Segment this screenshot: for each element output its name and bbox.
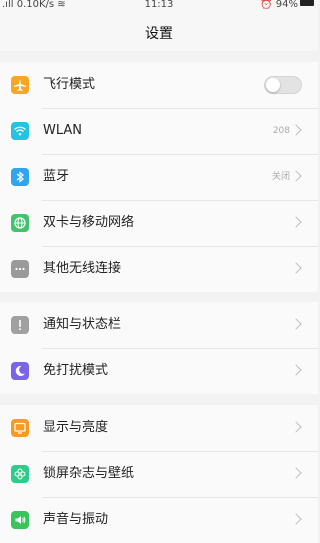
setting-lockscreen-wallpaper[interactable]: 锁屏杂志与壁纸 xyxy=(0,451,318,497)
chevron-right-icon xyxy=(290,513,302,525)
battery-percent: 94% xyxy=(275,0,298,10)
wlan-count: 208 xyxy=(272,126,290,136)
chevron-right-icon xyxy=(290,364,302,376)
chevron-right-icon xyxy=(290,216,302,228)
wifi-icon xyxy=(11,122,29,140)
setting-label: WLAN xyxy=(43,123,83,138)
alarm-icon: ⏰ xyxy=(260,0,273,10)
battery-icon xyxy=(300,0,314,6)
settings-group-notifications: 通知与状态栏 免打扰模式 xyxy=(0,302,318,394)
airplane-mode-toggle[interactable] xyxy=(264,76,302,94)
chevron-right-icon xyxy=(290,262,302,274)
moon-icon xyxy=(11,362,29,380)
airplane-icon xyxy=(11,76,29,94)
setting-label: 免打扰模式 xyxy=(43,363,109,378)
setting-bluetooth[interactable]: 蓝牙 关闭 xyxy=(0,154,318,200)
setting-display-brightness[interactable]: 显示与亮度 xyxy=(0,405,318,451)
setting-airplane-mode[interactable]: 飞行模式 xyxy=(0,62,318,108)
toggle-knob xyxy=(266,78,280,92)
globe-icon xyxy=(11,214,29,232)
setting-do-not-disturb[interactable]: 免打扰模式 xyxy=(0,348,318,394)
settings-group-display: 显示与亮度 锁屏杂志与壁纸 声音与振动 xyxy=(0,405,318,543)
battery-indicator: ⏰ 94% xyxy=(260,0,314,10)
page-title: 设置 xyxy=(145,26,173,42)
settings-group-connectivity: 飞行模式 WLAN 208 蓝牙 关闭 双卡与移动网络 其他无线连接 xyxy=(0,62,318,292)
flower-icon xyxy=(11,465,29,483)
setting-label: 锁屏杂志与壁纸 xyxy=(43,466,135,481)
setting-wlan[interactable]: WLAN 208 xyxy=(0,108,318,154)
chevron-right-icon xyxy=(290,170,302,182)
setting-dual-sim[interactable]: 双卡与移动网络 xyxy=(0,200,318,246)
chevron-right-icon xyxy=(290,124,302,136)
setting-label: 通知与状态栏 xyxy=(43,317,122,332)
setting-label: 其他无线连接 xyxy=(43,261,122,276)
header: 设置 xyxy=(0,13,318,51)
setting-label: 双卡与移动网络 xyxy=(43,215,135,230)
bluetooth-status: 关闭 xyxy=(271,172,290,182)
notification-icon xyxy=(11,316,29,334)
sound-icon xyxy=(11,511,29,529)
setting-other-wireless[interactable]: 其他无线连接 xyxy=(0,246,318,292)
setting-notification-bar[interactable]: 通知与状态栏 xyxy=(0,302,318,348)
setting-label: 飞行模式 xyxy=(43,77,96,92)
setting-label: 蓝牙 xyxy=(43,169,70,184)
chevron-right-icon xyxy=(290,318,302,330)
setting-label: 显示与亮度 xyxy=(43,420,109,435)
setting-label: 声音与振动 xyxy=(43,512,109,527)
chevron-right-icon xyxy=(290,421,302,433)
setting-sound-vibration[interactable]: 声音与振动 xyxy=(0,497,318,543)
status-bar: .ıll 0.10K/s ≋ 11:13 ⏰ 94% xyxy=(0,0,318,13)
more-icon xyxy=(11,260,29,278)
chevron-right-icon xyxy=(290,467,302,479)
bluetooth-icon xyxy=(11,168,29,186)
display-icon xyxy=(11,419,29,437)
